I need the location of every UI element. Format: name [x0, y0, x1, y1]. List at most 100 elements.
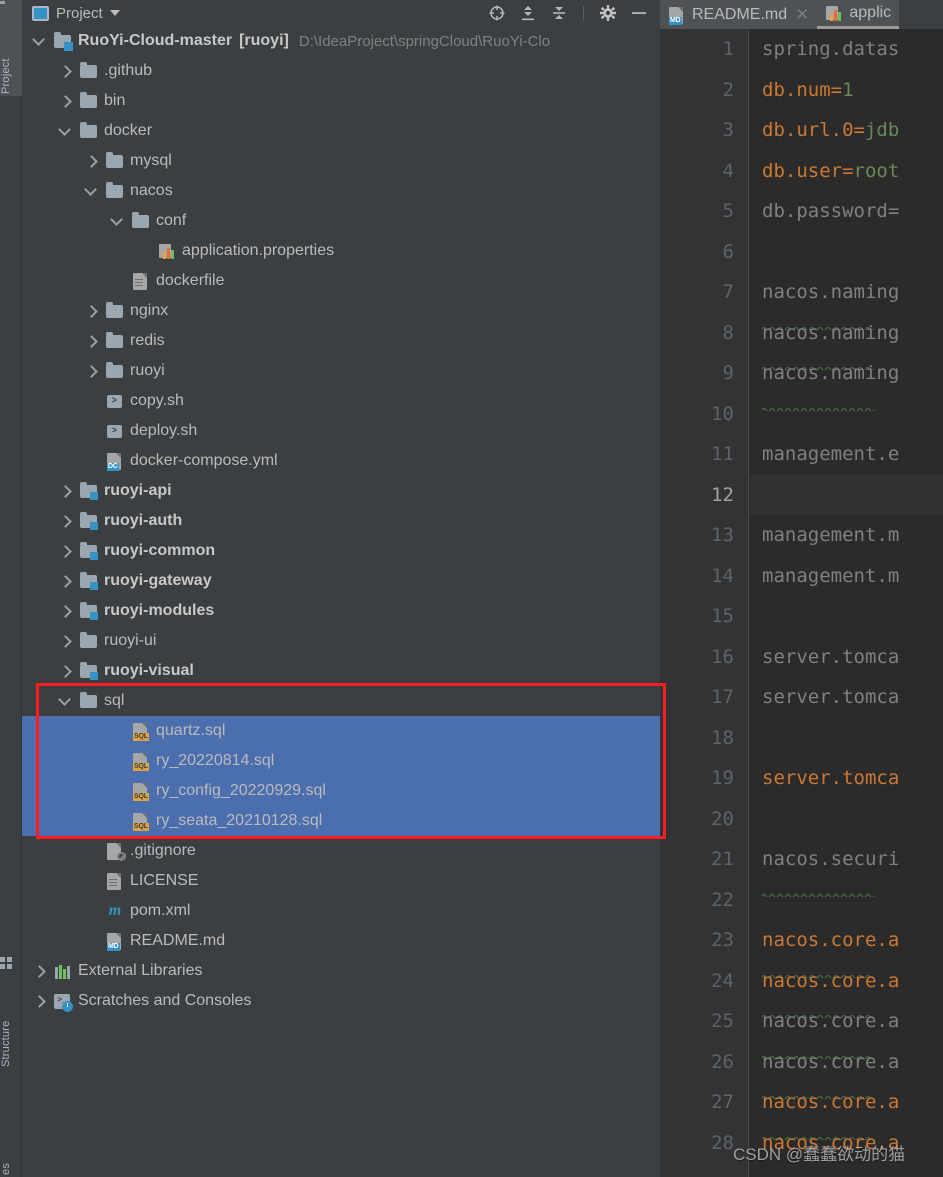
chevron-right-icon[interactable]: [84, 153, 100, 169]
code-line[interactable]: management.m: [750, 556, 943, 597]
tree-row[interactable]: ruoyi-gateway: [22, 566, 660, 596]
tree-row[interactable]: > deploy.sh: [22, 416, 660, 446]
project-tree[interactable]: RuoYi-Cloud-master [ruoyi] D:\IdeaProject\…: [22, 26, 660, 1177]
tree-row[interactable]: ruoyi: [22, 356, 660, 386]
code-line[interactable]: server.tomca: [750, 677, 943, 718]
tree-row[interactable]: RuoYi-Cloud-master [ruoyi] D:\IdeaProject\…: [22, 26, 660, 56]
tree-row[interactable]: .gitignore: [22, 836, 660, 866]
chevron-down-icon[interactable]: [110, 213, 126, 229]
code-line[interactable]: [750, 799, 943, 840]
code-line[interactable]: nacos.core.a: [750, 1082, 943, 1141]
chevron-right-icon[interactable]: [32, 993, 48, 1009]
chevron-right-icon[interactable]: [58, 633, 74, 649]
tree-row[interactable]: docker: [22, 116, 660, 146]
code-line[interactable]: nacos.securi: [750, 839, 943, 898]
tree-row[interactable]: ruoyi-api: [22, 476, 660, 506]
chevron-right-icon[interactable]: [58, 573, 74, 589]
code-token: management.m: [762, 524, 900, 546]
code-line[interactable]: server.tomca: [750, 758, 943, 799]
chevron-down-icon[interactable]: [84, 183, 100, 199]
code-line[interactable]: server.tomca: [750, 637, 943, 678]
editor-gutter[interactable]: 1 2 3 4 5 6 7 8 9 10 11 12 13 14 15 16 17 18 19 20 21 22 23 24 2…: [660, 29, 749, 1177]
code-line[interactable]: management.e: [750, 434, 943, 475]
tree-row[interactable]: mysql: [22, 146, 660, 176]
editor-tab-application-properties[interactable]: applic: [817, 0, 900, 29]
tree-row[interactable]: >_ Scratches and Consoles: [22, 986, 660, 1016]
code-line[interactable]: nacos.naming: [750, 272, 943, 331]
tree-row[interactable]: dockerfile: [22, 266, 660, 296]
chevron-right-icon[interactable]: [84, 333, 100, 349]
chevron-down-icon[interactable]: [109, 10, 120, 16]
tree-row[interactable]: .github: [22, 56, 660, 86]
tree-row[interactable]: ruoyi-auth: [22, 506, 660, 536]
chevron-down-icon[interactable]: [58, 123, 74, 139]
tree-row[interactable]: ruoyi-ui: [22, 626, 660, 656]
tree-row[interactable]: External Libraries: [22, 956, 660, 986]
tree-row[interactable]: nginx: [22, 296, 660, 326]
chevron-right-icon[interactable]: [32, 963, 48, 979]
chevron-down-icon[interactable]: [32, 33, 48, 49]
code-line[interactable]: [750, 596, 943, 637]
chevron-right-icon[interactable]: [58, 93, 74, 109]
code-line[interactable]: [750, 718, 943, 759]
chevron-down-icon[interactable]: [58, 693, 74, 709]
code-line[interactable]: [750, 880, 943, 921]
tree-row[interactable]: SQL quartz.sql: [22, 716, 660, 746]
code-line[interactable]: db.password=: [750, 191, 943, 232]
stripe-button-favorites[interactable]: es: [0, 1077, 22, 1177]
tree-row[interactable]: SQL ry_20220814.sql: [22, 746, 660, 776]
code-content[interactable]: spring.datas db.num=1 db.url.0=jdb db.user=…: [750, 29, 943, 1177]
code-line[interactable]: [750, 232, 943, 273]
code-line[interactable]: management.m: [750, 515, 943, 556]
locate-icon[interactable]: [488, 4, 506, 22]
code-line[interactable]: nacos.naming: [750, 353, 943, 412]
chevron-right-icon[interactable]: [84, 363, 100, 379]
tree-row[interactable]: m pom.xml: [22, 896, 660, 926]
stripe-button-structure[interactable]: Structure: [0, 953, 22, 1069]
code-line[interactable]: nacos.naming: [750, 313, 943, 371]
chevron-right-icon[interactable]: [58, 543, 74, 559]
tree-row[interactable]: sql: [22, 686, 660, 716]
close-icon[interactable]: ✕: [795, 6, 809, 23]
tree-row[interactable]: MD README.md: [22, 926, 660, 956]
code-line[interactable]: db.num=1: [750, 70, 943, 111]
chevron-right-icon[interactable]: [58, 603, 74, 619]
module-folder-icon: [80, 512, 98, 530]
tree-row[interactable]: ruoyi-modules: [22, 596, 660, 626]
project-view-selector[interactable]: Project: [22, 5, 120, 22]
minimize-icon[interactable]: [630, 4, 648, 22]
tree-row[interactable]: bin: [22, 86, 660, 116]
editor-tab-readme[interactable]: MD README.md ✕: [660, 0, 818, 29]
project-tool-window: Project RuoYi-Cloud-master [ruoyi] D:\Id…: [22, 0, 660, 1177]
code-line[interactable]: [750, 474, 943, 515]
tree-row[interactable]: SQL ry_config_20220929.sql: [22, 776, 660, 806]
tree-row[interactable]: SQL ry_seata_20210128.sql: [22, 806, 660, 836]
chevron-right-icon[interactable]: [58, 513, 74, 529]
chevron-right-icon[interactable]: [58, 63, 74, 79]
folder-icon: [80, 62, 98, 80]
code-line[interactable]: nacos.core.a: [750, 961, 943, 1019]
stripe-button-project[interactable]: Project: [0, 0, 22, 96]
tree-row[interactable]: > copy.sh: [22, 386, 660, 416]
tree-row[interactable]: LICENSE: [22, 866, 660, 896]
code-line[interactable]: db.url.0=jdb: [750, 110, 943, 151]
code-line[interactable]: nacos.core.a: [750, 920, 943, 979]
chevron-right-icon[interactable]: [58, 663, 74, 679]
code-line[interactable]: [750, 394, 943, 435]
tree-row[interactable]: nacos: [22, 176, 660, 206]
tree-row[interactable]: ruoyi-common: [22, 536, 660, 566]
chevron-right-icon[interactable]: [84, 303, 100, 319]
tree-row[interactable]: DC docker-compose.yml: [22, 446, 660, 476]
tree-row[interactable]: conf: [22, 206, 660, 236]
tree-row[interactable]: ruoyi-visual: [22, 656, 660, 686]
code-line[interactable]: spring.datas: [750, 29, 943, 70]
collapse-all-icon[interactable]: [550, 4, 568, 22]
code-line[interactable]: nacos.core.a: [750, 1042, 943, 1100]
tree-row[interactable]: redis: [22, 326, 660, 356]
chevron-right-icon[interactable]: [58, 483, 74, 499]
tree-row[interactable]: application.properties: [22, 236, 660, 266]
code-line[interactable]: nacos.core.a: [750, 1001, 943, 1060]
expand-all-icon[interactable]: [519, 4, 537, 22]
code-line[interactable]: db.user=root: [750, 151, 943, 192]
settings-gear-icon[interactable]: [599, 4, 617, 22]
